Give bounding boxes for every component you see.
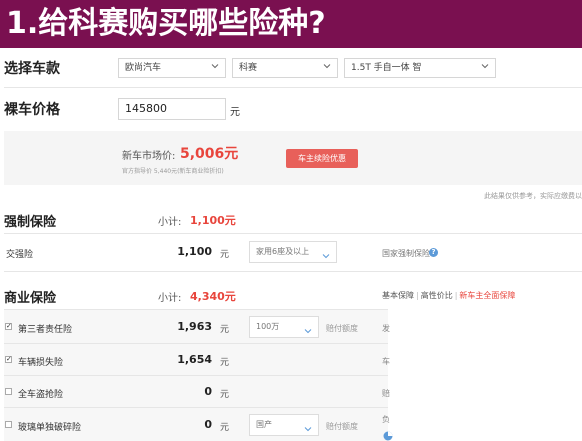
disclaimer: 此结果仅供参考，实际应缴费以	[484, 192, 582, 200]
tab-basic[interactable]: 基本保障	[382, 291, 414, 300]
divider	[4, 343, 388, 344]
market-price-value: 5,006元	[180, 146, 239, 162]
chevron-down-icon	[323, 62, 331, 70]
bare-price-label: 裸车价格	[4, 102, 60, 118]
divider	[4, 407, 388, 408]
item-name: 第三者责任险	[18, 325, 73, 335]
tab-full-coverage[interactable]: 新车主全面保障	[459, 291, 515, 300]
item-amount: 1,100	[177, 245, 212, 258]
pie-chart-icon	[383, 426, 393, 441]
chevron-down-icon	[304, 421, 312, 441]
brand-select-value: 欧尚汽车	[125, 63, 162, 73]
commercial-title: 商业保险	[4, 291, 57, 306]
item-name: 全车盗抢险	[18, 390, 64, 400]
item-amount: 0	[204, 385, 212, 398]
tab-value[interactable]: 高性价比	[421, 291, 453, 300]
item-amount: 0	[204, 418, 212, 431]
bare-price-unit: 元	[230, 107, 240, 118]
market-price-label: 新车市场价:	[122, 151, 176, 162]
chevron-down-icon	[322, 248, 330, 268]
item-name: 交强险	[6, 250, 34, 260]
tab-separator: |	[416, 291, 419, 300]
item-name: 车辆损失险	[18, 358, 64, 368]
item-unit: 元	[220, 423, 230, 433]
compulsory-info-label: 国家强制保险	[382, 249, 430, 258]
bare-price-input[interactable]: 145800	[118, 98, 226, 120]
plan-tabs: 基本保障 | 高性价比 | 新车主全面保障	[382, 290, 515, 301]
guide-price-note: 官方指导价 5,440元(新车商业险折扣)	[122, 168, 224, 175]
chevron-down-icon	[481, 62, 489, 70]
item-unit: 元	[220, 390, 230, 400]
chevron-down-icon	[211, 62, 219, 70]
divider	[4, 271, 582, 272]
third-party-checkbox[interactable]: ✓	[5, 323, 12, 330]
item-unit: 元	[220, 358, 230, 368]
trim-select-value: 1.5T 手自一体 智	[351, 63, 422, 73]
compulsory-title: 强制保险	[4, 215, 57, 230]
item-amount: 1,654	[177, 353, 212, 366]
banner-title: 1.给科赛购买哪些险种?	[6, 6, 326, 41]
glass-checkbox[interactable]	[5, 421, 12, 428]
side-text: 赔	[382, 389, 390, 398]
coverage-note: 赔付额度	[326, 324, 358, 333]
vehicle-type-select[interactable]: 家用6座及以上	[249, 241, 337, 263]
tab-separator: |	[454, 291, 458, 300]
vehicle-damage-checkbox[interactable]: ✓	[5, 356, 12, 363]
coverage-amount-select[interactable]: 100万	[249, 316, 319, 338]
help-info-icon[interactable]: ?	[429, 248, 438, 257]
select-model-label: 选择车款	[4, 61, 60, 77]
commercial-subtotal-value: 4,340元	[190, 290, 236, 303]
trim-select[interactable]: 1.5T 手自一体 智	[344, 58, 496, 78]
theft-checkbox[interactable]	[5, 388, 12, 395]
item-amount: 1,963	[177, 320, 212, 333]
market-price-panel: 新车市场价: 5,006元 官方指导价 5,440元(新车商业险折扣) 车主续险…	[4, 131, 582, 185]
item-unit: 元	[220, 250, 230, 260]
compulsory-subtotal-value: 1,100元	[190, 214, 236, 227]
coverage-note: 赔付额度	[326, 422, 358, 431]
item-unit: 元	[220, 325, 230, 335]
renewal-promo-button[interactable]: 车主续险优惠	[286, 149, 358, 168]
vehicle-type-value: 家用6座及以上	[256, 247, 310, 256]
item-name: 玻璃单独破碎险	[18, 423, 82, 433]
glass-origin-value: 国产	[256, 420, 272, 429]
side-text: 车	[382, 357, 390, 366]
divider	[4, 87, 582, 88]
series-select[interactable]: 科赛	[232, 58, 338, 78]
side-text: 发	[382, 324, 390, 333]
glass-origin-select[interactable]: 国产	[249, 414, 319, 436]
divider	[4, 233, 582, 234]
compulsory-subtotal-label: 小计:	[158, 217, 182, 228]
coverage-amount-value: 100万	[256, 322, 280, 331]
right-column	[388, 309, 582, 441]
series-select-value: 科赛	[239, 63, 258, 73]
title-banner: 1.给科赛购买哪些险种?	[0, 0, 582, 48]
chevron-down-icon	[304, 323, 312, 343]
brand-select[interactable]: 欧尚汽车	[118, 58, 226, 78]
side-text: 负	[382, 415, 390, 424]
divider	[4, 309, 388, 310]
commercial-subtotal-label: 小计:	[158, 293, 182, 304]
divider	[4, 375, 388, 376]
